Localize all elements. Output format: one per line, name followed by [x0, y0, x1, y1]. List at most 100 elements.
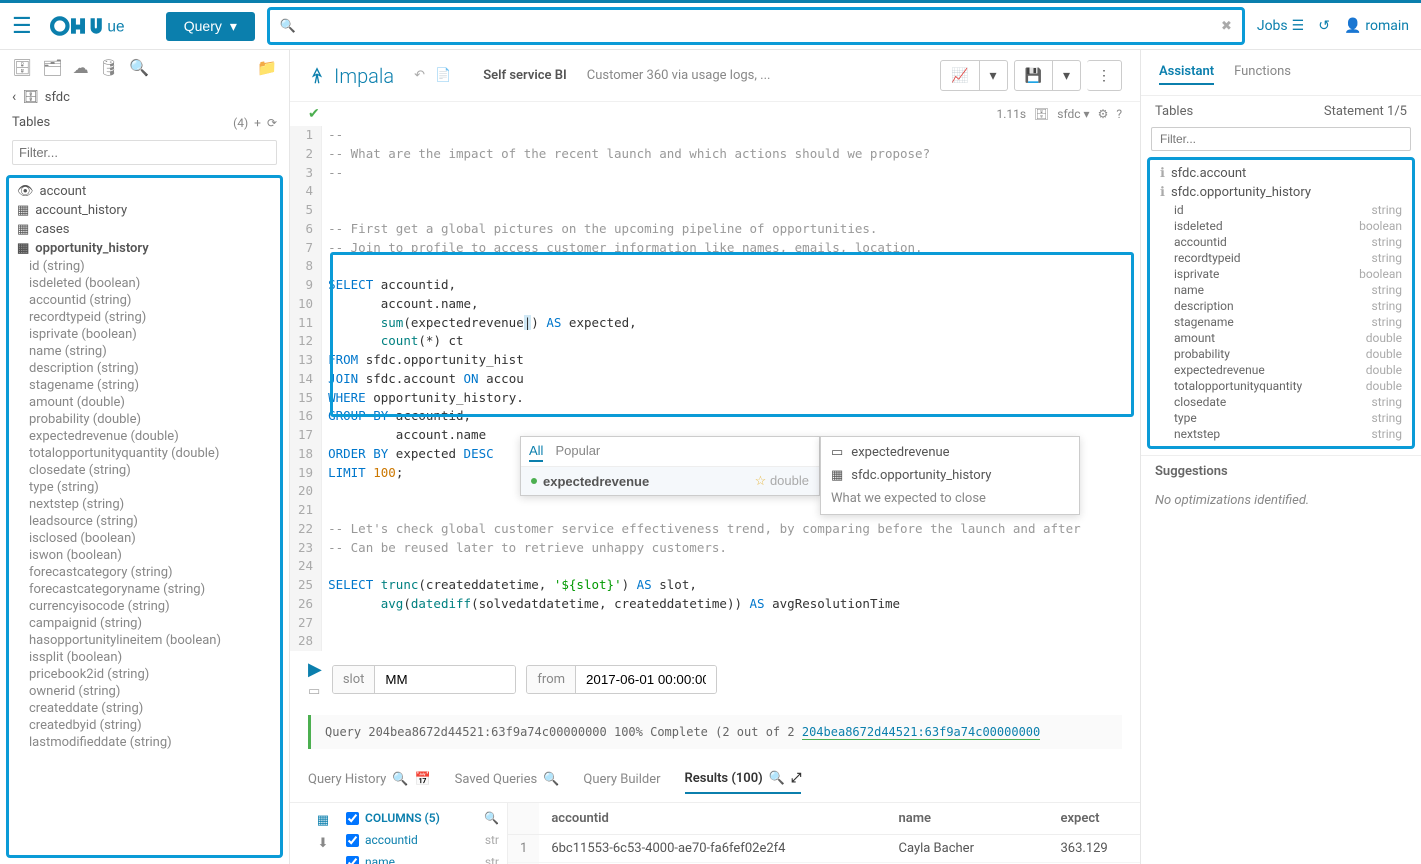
- code-content[interactable]: -- -- What are the impact of the recent …: [322, 126, 1140, 651]
- column-item[interactable]: leadsource (string): [15, 513, 274, 530]
- search-icon[interactable]: 🔍: [484, 811, 499, 825]
- sql-editor[interactable]: 1234567891011121314151617181920212223242…: [290, 126, 1140, 651]
- expand-icon[interactable]: ⤢: [791, 771, 801, 786]
- save-dropdown[interactable]: ▾: [1053, 60, 1081, 91]
- column-item[interactable]: forecastcategoryname (string): [15, 581, 274, 598]
- add-table-icon[interactable]: +: [254, 116, 261, 130]
- more-button[interactable]: ⋮: [1087, 60, 1122, 91]
- column-item[interactable]: issplit (boolean): [15, 649, 274, 666]
- table-item[interactable]: ▦opportunity_history: [15, 239, 274, 258]
- assist-column-item[interactable]: totalopportunityquantitydouble: [1156, 378, 1406, 394]
- column-item[interactable]: nextstep (string): [15, 496, 274, 513]
- help-icon[interactable]: ?: [1116, 107, 1122, 121]
- assist-column-item[interactable]: probabilitydouble: [1156, 346, 1406, 362]
- column-item[interactable]: pricebook2id (string): [15, 666, 274, 683]
- hdfs-source-icon[interactable]: 🗂: [42, 58, 62, 77]
- column-item[interactable]: type (string): [15, 479, 274, 496]
- settings-icon[interactable]: ⚙: [1098, 107, 1109, 121]
- column-item[interactable]: hasopportunitylineitem (boolean): [15, 632, 274, 649]
- hue-logo[interactable]: ue: [44, 12, 154, 40]
- sql-source-icon[interactable]: 🗄: [12, 58, 32, 77]
- column-item[interactable]: description (string): [15, 360, 274, 377]
- presentation-icon[interactable]: ▭: [308, 684, 322, 699]
- clear-search-icon[interactable]: ✖: [1221, 19, 1232, 34]
- download-icon[interactable]: ⬇: [318, 836, 329, 851]
- table-item[interactable]: ▦cases: [15, 220, 274, 239]
- results-table[interactable]: accountid name expect 1 6bc11553-6c53-40…: [508, 803, 1140, 864]
- column-item[interactable]: createdbyid (string): [15, 717, 274, 734]
- column-item[interactable]: iswon (boolean): [15, 547, 274, 564]
- column-item[interactable]: accountid (string): [15, 292, 274, 309]
- table-row[interactable]: 1 6bc11553-6c53-4000-ae70-fa6fef02e2f4 C…: [508, 835, 1140, 863]
- tab-saved-queries[interactable]: Saved Queries 🔍: [455, 766, 560, 793]
- refresh-tables-icon[interactable]: ⟳: [267, 116, 277, 130]
- notebook-desc[interactable]: Customer 360 via usage logs, ...: [587, 68, 771, 83]
- history-icon[interactable]: ↺: [1318, 18, 1330, 34]
- tab-query-history[interactable]: Query History 🔍 📅: [308, 766, 431, 793]
- user-menu[interactable]: 👤 romain: [1344, 18, 1409, 34]
- assist-column-item[interactable]: typestring: [1156, 410, 1406, 426]
- star-icon[interactable]: ☆: [755, 473, 767, 488]
- column-item[interactable]: isdeleted (boolean): [15, 275, 274, 292]
- assist-column-item[interactable]: descriptionstring: [1156, 298, 1406, 314]
- assist-column-item[interactable]: nextstepstring: [1156, 426, 1406, 442]
- notebook-title[interactable]: Self service BI: [483, 68, 567, 83]
- column-row[interactable]: accountid str: [338, 829, 507, 851]
- tab-assistant[interactable]: Assistant: [1159, 60, 1214, 85]
- column-item[interactable]: stagename (string): [15, 377, 274, 394]
- execute-button[interactable]: ▶: [308, 659, 322, 680]
- chart-button[interactable]: 📈: [940, 60, 979, 91]
- ac-tab-popular[interactable]: Popular: [555, 441, 600, 462]
- collections-source-icon[interactable]: 🛢: [99, 58, 119, 77]
- column-item[interactable]: amount (double): [15, 394, 274, 411]
- query-dropdown-button[interactable]: Query ▾: [166, 12, 255, 41]
- select-all-columns[interactable]: [346, 812, 359, 825]
- hamburger-menu-icon[interactable]: ☰: [12, 14, 32, 39]
- assist-column-item[interactable]: isprivateboolean: [1156, 266, 1406, 282]
- right-filter-input[interactable]: [1151, 127, 1411, 151]
- undo-icon[interactable]: ↶: [414, 68, 425, 83]
- assist-column-item[interactable]: recordtypeidstring: [1156, 250, 1406, 266]
- import-icon[interactable]: 📁: [257, 58, 277, 77]
- assist-column-item[interactable]: amountdouble: [1156, 330, 1406, 346]
- column-item[interactable]: expectedrevenue (double): [15, 428, 274, 445]
- column-row[interactable]: name str: [338, 851, 507, 864]
- var-input-from[interactable]: [576, 666, 716, 693]
- collapse-left-icon[interactable]: ‹: [321, 859, 325, 864]
- column-checkbox[interactable]: [346, 834, 359, 847]
- copy-icon[interactable]: 📄: [435, 68, 451, 83]
- column-checkbox[interactable]: [346, 856, 359, 864]
- chart-dropdown[interactable]: ▾: [980, 60, 1008, 91]
- column-item[interactable]: ownerid (string): [15, 683, 274, 700]
- assist-column-item[interactable]: accountidstring: [1156, 234, 1406, 250]
- assist-column-item[interactable]: stagenamestring: [1156, 314, 1406, 330]
- active-db-selector[interactable]: sfdc ▾: [1057, 107, 1089, 121]
- column-item[interactable]: createddate (string): [15, 700, 274, 717]
- assist-column-item[interactable]: closedatestring: [1156, 394, 1406, 410]
- tab-query-builder[interactable]: Query Builder: [583, 766, 660, 793]
- jobs-link[interactable]: Jobs ☰: [1257, 18, 1304, 34]
- save-button[interactable]: 💾: [1014, 60, 1053, 91]
- column-item[interactable]: isclosed (boolean): [15, 530, 274, 547]
- column-item[interactable]: probability (double): [15, 411, 274, 428]
- column-item[interactable]: forecastcategory (string): [15, 564, 274, 581]
- left-filter-input[interactable]: [12, 140, 277, 165]
- global-search-input[interactable]: [296, 18, 1221, 34]
- column-item[interactable]: totalopportunityquantity (double): [15, 445, 274, 462]
- table-item[interactable]: 👁account: [15, 182, 274, 201]
- tab-functions[interactable]: Functions: [1234, 60, 1291, 85]
- column-item[interactable]: lastmodifieddate (string): [15, 734, 274, 751]
- table-item[interactable]: ▦account_history: [15, 201, 274, 220]
- assist-table-item[interactable]: ℹsfdc.account: [1156, 164, 1406, 183]
- column-item[interactable]: isprivate (boolean): [15, 326, 274, 343]
- search-source-icon[interactable]: 🔍: [129, 58, 149, 77]
- var-input-slot[interactable]: [375, 666, 515, 693]
- assist-column-item[interactable]: expectedrevenuedouble: [1156, 362, 1406, 378]
- db-name[interactable]: sfdc: [45, 90, 70, 105]
- column-item[interactable]: campaignid (string): [15, 615, 274, 632]
- assist-column-item[interactable]: idstring: [1156, 202, 1406, 218]
- s3-source-icon[interactable]: ☁: [73, 58, 89, 77]
- column-item[interactable]: recordtypeid (string): [15, 309, 274, 326]
- assist-column-item[interactable]: isdeletedboolean: [1156, 218, 1406, 234]
- engine-selector[interactable]: Impala: [308, 64, 394, 88]
